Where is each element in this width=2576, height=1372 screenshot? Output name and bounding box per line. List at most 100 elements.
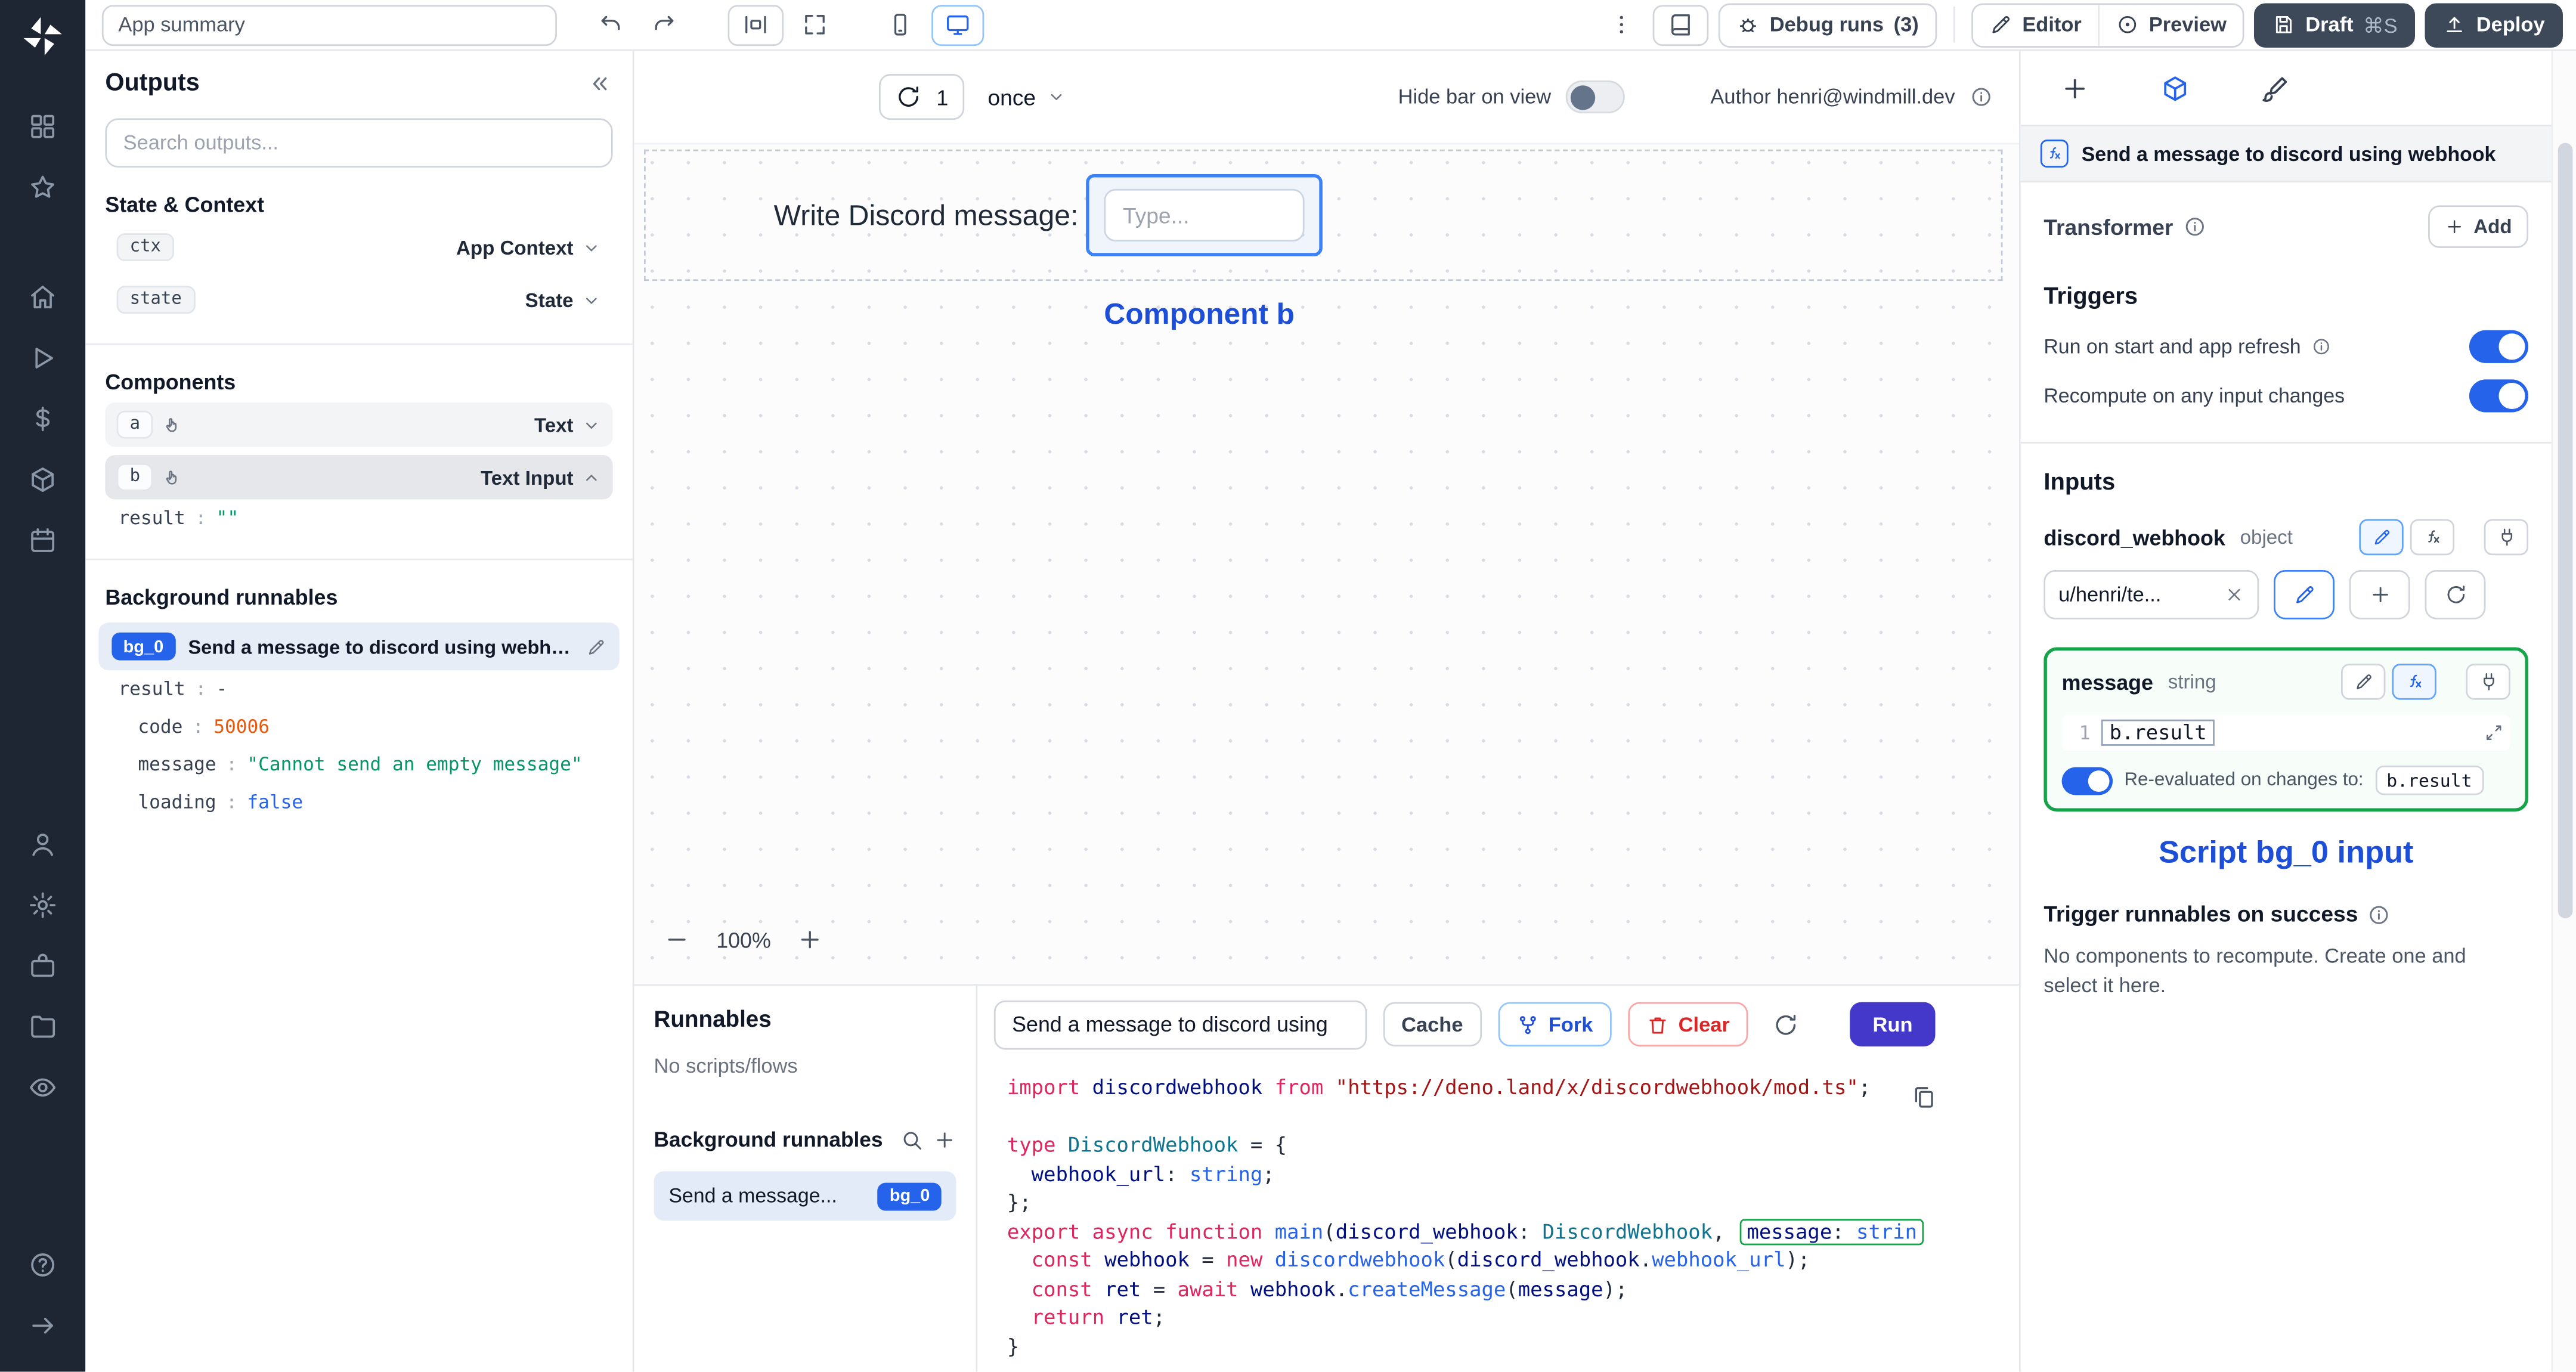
static-input-button[interactable] — [2359, 519, 2404, 556]
code-line[interactable] — [1007, 1104, 2019, 1132]
more-menu-button[interactable] — [1600, 4, 1643, 45]
ctx-row[interactable]: ctx App Context — [105, 225, 612, 269]
schedule-dropdown[interactable]: once — [987, 85, 1065, 109]
connect-input-button[interactable] — [2466, 664, 2510, 700]
info-icon[interactable] — [2183, 215, 2206, 239]
run-button[interactable]: Run — [1849, 1002, 1936, 1047]
nav-audit-logs-icon[interactable] — [13, 1059, 72, 1115]
text-input-component[interactable] — [1104, 188, 1305, 241]
nav-favorites-icon[interactable] — [13, 159, 72, 215]
code-editor[interactable]: import discordwebhook from "https://deno… — [977, 1063, 2020, 1372]
nav-settings-icon[interactable] — [13, 877, 72, 933]
reevaluate-toggle[interactable] — [2061, 766, 2113, 795]
edit-pencil-icon[interactable] — [587, 637, 606, 656]
clear-button[interactable]: Clear — [1627, 1002, 1748, 1047]
theme-tab[interactable] — [2261, 73, 2290, 103]
code-line[interactable]: type DiscordWebhook = { — [1007, 1132, 2019, 1161]
state-row[interactable]: state State — [105, 278, 612, 322]
insert-tab[interactable] — [2060, 73, 2090, 103]
code-line[interactable]: export async function main(discord_webho… — [1007, 1218, 2019, 1247]
deploy-button[interactable]: Deploy — [2425, 2, 2563, 47]
component-tab[interactable] — [2160, 73, 2190, 103]
chevron-down-icon[interactable] — [581, 290, 601, 309]
nav-runs-icon[interactable] — [13, 329, 72, 385]
windmill-logo[interactable] — [20, 13, 66, 59]
app-summary-input[interactable] — [101, 4, 557, 45]
nav-users-icon[interactable] — [13, 816, 72, 872]
add-runnable-button[interactable] — [933, 1128, 956, 1151]
code-line[interactable]: import discordwebhook from "https://deno… — [1007, 1075, 2019, 1104]
bg0-runnable-row[interactable]: bg_0 Send a message to discord using web… — [98, 622, 620, 671]
info-icon[interactable] — [2311, 337, 2330, 357]
cache-button[interactable]: Cache — [1383, 1002, 1481, 1047]
recompute-toggle[interactable] — [2469, 379, 2529, 413]
info-icon[interactable] — [2368, 903, 2391, 926]
undo-button[interactable] — [590, 4, 633, 45]
search-icon[interactable] — [900, 1128, 924, 1151]
bg0-runnable-item[interactable]: Send a message... bg_0 — [654, 1172, 956, 1221]
code-line[interactable]: const ret = await webhook.createMessage(… — [1007, 1276, 2019, 1305]
code-line[interactable]: } — [1007, 1334, 2019, 1362]
fork-button[interactable]: Fork — [1497, 1002, 1611, 1047]
nav-folders-icon[interactable] — [13, 998, 72, 1054]
bg0-badge: bg_0 — [112, 632, 175, 661]
draft-button[interactable]: Draft ⌘S — [2254, 2, 2416, 47]
docs-button[interactable] — [1653, 4, 1709, 45]
nav-workers-icon[interactable] — [13, 937, 72, 993]
desktop-view-button[interactable] — [931, 4, 984, 45]
text-component-a[interactable]: Write Discord message: — [774, 198, 1079, 233]
mobile-view-button[interactable] — [878, 4, 922, 45]
code-line[interactable]: webhook_url: string; — [1007, 1161, 2019, 1190]
code-line[interactable]: return ret; — [1007, 1305, 2019, 1333]
debug-runs-button[interactable]: Debug runs (3) — [1719, 2, 1937, 47]
code-line[interactable]: }; — [1007, 1190, 2019, 1219]
fullscreen-button[interactable] — [793, 4, 837, 45]
preview-tab[interactable]: Preview — [2098, 4, 2243, 45]
script-title-input[interactable]: Send a message to discord using — [993, 1000, 1367, 1049]
hide-bar-toggle[interactable] — [1565, 80, 1626, 114]
fit-width-button[interactable] — [727, 4, 784, 45]
nav-home-icon[interactable] — [13, 268, 72, 324]
search-outputs-input[interactable] — [105, 118, 613, 168]
nav-apps-icon[interactable] — [13, 98, 72, 154]
eval-input-button[interactable] — [2410, 519, 2455, 556]
code-line[interactable]: const webhook = new discordwebhook(disco… — [1007, 1247, 2019, 1276]
editor-tab[interactable]: Editor — [1973, 4, 2098, 45]
info-icon[interactable] — [1970, 85, 1993, 109]
run-on-start-toggle[interactable] — [2469, 330, 2529, 363]
copy-code-icon[interactable] — [1911, 1085, 1937, 1120]
add-transformer-button[interactable]: Add — [2428, 205, 2529, 249]
expand-sidebar-icon[interactable] — [13, 1297, 72, 1354]
connect-input-button[interactable] — [2484, 519, 2529, 556]
chevron-up-icon[interactable] — [581, 467, 601, 487]
nav-schedules-icon[interactable] — [13, 512, 72, 568]
scrollbar-thumb[interactable] — [2557, 143, 2572, 919]
refresh-interval-button[interactable]: 1 — [878, 73, 965, 120]
pointer-icon[interactable] — [163, 467, 183, 487]
collapse-panel-icon[interactable] — [587, 70, 613, 96]
selected-component-b[interactable] — [1086, 174, 1324, 256]
zoom-out-button[interactable] — [657, 921, 696, 960]
expression-editor[interactable]: 1 b.result — [2061, 714, 2510, 751]
edit-resource-button[interactable] — [2274, 570, 2334, 620]
zoom-in-button[interactable] — [791, 921, 830, 960]
redo-button[interactable] — [642, 4, 685, 45]
create-resource-button[interactable] — [2349, 570, 2410, 620]
refresh-resource-button[interactable] — [2425, 570, 2486, 620]
vertical-scrollbar[interactable] — [2551, 51, 2576, 1372]
refresh-code-button[interactable] — [1764, 1004, 1807, 1046]
component-b-row[interactable]: b Text Input — [105, 455, 613, 500]
pointer-icon[interactable] — [163, 415, 183, 435]
app-canvas[interactable]: Write Discord message: Component b 100% — [634, 143, 2020, 985]
static-input-button[interactable] — [2341, 664, 2386, 700]
help-icon[interactable] — [13, 1237, 72, 1293]
eval-input-button[interactable] — [2392, 664, 2436, 700]
expand-editor-icon[interactable] — [2484, 723, 2504, 742]
nav-resources-icon[interactable] — [13, 451, 72, 507]
resource-input[interactable]: u/henri/te... — [2044, 570, 2259, 620]
chevron-down-icon[interactable] — [581, 415, 601, 435]
chevron-down-icon[interactable] — [581, 237, 601, 257]
clear-icon[interactable] — [2224, 585, 2244, 605]
nav-variables-icon[interactable] — [13, 390, 72, 446]
component-a-row[interactable]: a Text — [105, 402, 613, 447]
